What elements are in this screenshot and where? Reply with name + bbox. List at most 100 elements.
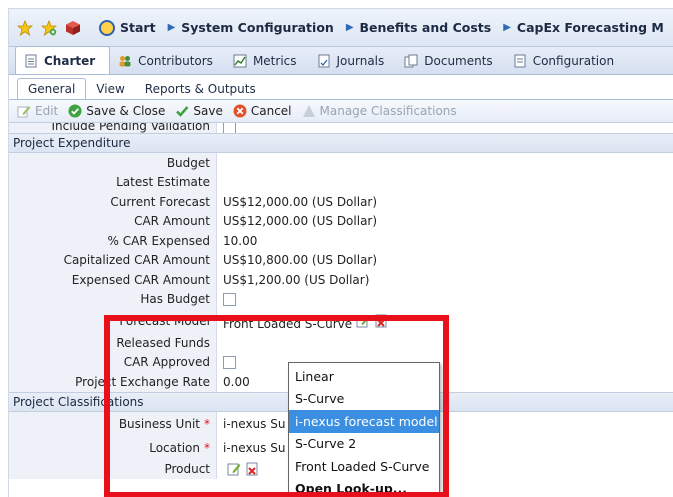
tab-label: Journals: [336, 54, 385, 68]
manage-classifications-button[interactable]: Manage Classifications: [302, 104, 457, 118]
include-pending-validation-checkbox[interactable]: [223, 123, 236, 133]
users-icon: [118, 54, 132, 68]
business-unit-label: Business Unit: [118, 416, 200, 431]
breadcrumb-label: Start: [120, 20, 156, 35]
chart-icon: [233, 54, 247, 68]
has-budget-row: Has Budget: [9, 289, 673, 309]
latest-estimate-row: Latest Estimate: [9, 172, 673, 192]
dropdown-option-inexus-forecast-model[interactable]: i-nexus forecast model: [289, 410, 439, 433]
car-approved-checkbox[interactable]: [223, 355, 236, 369]
field-label: CAR Approved: [9, 352, 217, 372]
subtab-view[interactable]: View: [86, 79, 134, 99]
car-expensed-row: % CAR Expensed 10.00: [9, 231, 673, 251]
arrow-right-icon: ▶: [503, 22, 511, 33]
capitalized-car-value: US$10,800.00 (US Dollar): [223, 253, 378, 268]
module-tab-bar: Charter Contributors Metrics Journals Do…: [9, 46, 673, 75]
breadcrumb-bar: Start ▶ System Configuration ▶ Benefits …: [9, 9, 673, 47]
field-label: Released Funds: [9, 333, 217, 353]
clear-icon[interactable]: [374, 314, 388, 328]
tab-label: Metrics: [252, 54, 297, 68]
field-label: % CAR Expensed: [9, 231, 217, 251]
field-label: Location *: [9, 435, 217, 460]
field-label: Latest Estimate: [9, 172, 217, 192]
save-close-button[interactable]: Save & Close: [68, 104, 165, 118]
tab-label: Charter: [44, 53, 96, 68]
edit-icon[interactable]: [227, 462, 241, 476]
field-label: Business Unit *: [9, 411, 217, 436]
start-icon: [99, 19, 115, 36]
current-forecast-value: US$12,000.00 (US Dollar): [223, 194, 378, 209]
field-label: Current Forecast: [9, 192, 217, 212]
edit-button[interactable]: Edit: [17, 104, 58, 118]
tab-configuration[interactable]: Configuration: [505, 48, 626, 74]
save-button[interactable]: Save: [175, 104, 223, 118]
document-icon: [24, 54, 38, 68]
dropdown-option-front-loaded-s-curve[interactable]: Front Loaded S-Curve: [289, 455, 439, 478]
car-amount-value: US$12,000.00 (US Dollar): [223, 214, 378, 229]
expensed-car-row: Expensed CAR Amount US$1,200.00 (US Doll…: [9, 270, 673, 290]
business-unit-value: i-nexus Su: [223, 416, 286, 431]
dropdown-option-s-curve-2[interactable]: S-Curve 2: [289, 433, 439, 456]
field-label: Product: [9, 459, 217, 479]
checkmark-icon: [175, 104, 189, 118]
exchange-rate-value: 0.00: [223, 374, 250, 389]
field-label: Expensed CAR Amount: [9, 270, 217, 290]
breadcrumb-capex-forecasting[interactable]: ▶ CapEx Forecasting M: [503, 20, 664, 35]
check-circle-icon: [68, 104, 82, 118]
button-label: Save & Close: [86, 104, 166, 118]
field-label: Has Budget: [9, 289, 217, 309]
journal-icon: [317, 54, 331, 68]
location-label: Location: [149, 440, 200, 455]
classification-icon: [302, 104, 316, 118]
documents-icon: [404, 54, 418, 68]
car-amount-row: CAR Amount US$12,000.00 (US Dollar): [9, 211, 673, 231]
cancel-button[interactable]: Cancel: [233, 104, 292, 118]
has-budget-checkbox[interactable]: [223, 292, 236, 306]
section-project-expenditure: Project Expenditure: [9, 133, 673, 153]
cancel-icon: [233, 104, 247, 118]
field-label: Budget: [9, 153, 217, 173]
button-label: Cancel: [250, 104, 292, 118]
tab-documents[interactable]: Documents: [396, 48, 504, 74]
tab-charter[interactable]: Charter: [15, 46, 111, 74]
toolbar: Edit Save & Close Save Cancel Manage Cla…: [9, 99, 673, 123]
breadcrumb-system-configuration[interactable]: ▶ System Configuration: [168, 20, 334, 35]
required-asterisk: *: [204, 416, 210, 431]
location-value: i-nexus Su: [223, 440, 286, 455]
tab-journals[interactable]: Journals: [309, 48, 397, 74]
tab-metrics[interactable]: Metrics: [225, 48, 309, 74]
required-asterisk: *: [204, 440, 210, 455]
tab-label: Configuration: [532, 54, 615, 68]
cube-icon[interactable]: [65, 19, 81, 37]
star-icon[interactable]: [17, 19, 33, 37]
edit-icon[interactable]: [356, 314, 370, 328]
subtab-reports-outputs[interactable]: Reports & Outputs: [135, 79, 266, 99]
tab-label: Documents: [424, 54, 493, 68]
dropdown-option-s-curve[interactable]: S-Curve: [289, 388, 439, 411]
field-label: Capitalized CAR Amount: [9, 250, 217, 270]
dropdown-option-linear[interactable]: Linear: [289, 365, 439, 388]
subtab-general[interactable]: General: [17, 78, 87, 99]
field-label: Project Exchange Rate: [9, 372, 217, 392]
sub-tab-bar: General View Reports & Outputs: [9, 75, 673, 99]
breadcrumb-label: Benefits and Costs: [359, 20, 492, 35]
breadcrumb-benefits-and-costs[interactable]: ▶ Benefits and Costs: [346, 20, 491, 35]
breadcrumb-start[interactable]: Start: [99, 19, 156, 36]
field-label: Forecast Model: [9, 309, 217, 333]
pencil-icon: [17, 104, 31, 118]
car-expensed-value: 10.00: [223, 233, 258, 248]
dropdown-option-open-lookup[interactable]: Open Look-up...: [289, 478, 439, 497]
include-pending-validation-row: Include Pending Validation: [9, 123, 673, 133]
forecast-model-value: Front Loaded S-Curve: [223, 317, 353, 331]
breadcrumb-label: CapEx Forecasting M: [516, 20, 664, 35]
tab-label: Contributors: [138, 54, 213, 68]
tab-contributors[interactable]: Contributors: [110, 48, 225, 74]
arrow-right-icon: ▶: [167, 22, 176, 33]
star-add-icon[interactable]: [41, 19, 57, 37]
field-label: CAR Amount: [9, 211, 217, 231]
current-forecast-row: Current Forecast US$12,000.00 (US Dollar…: [9, 192, 673, 212]
clear-icon[interactable]: [245, 462, 259, 476]
button-label: Save: [193, 104, 223, 118]
forecast-model-dropdown: Linear S-Curve i-nexus forecast model S-…: [288, 362, 440, 497]
config-icon: [513, 54, 527, 68]
